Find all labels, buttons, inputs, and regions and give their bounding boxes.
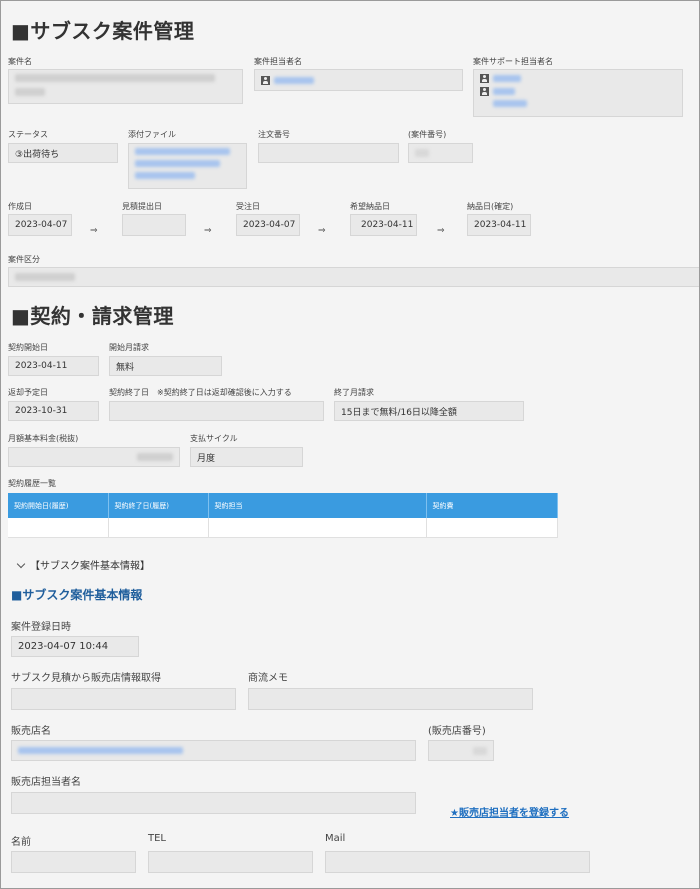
arrow-icon: ⇒	[204, 226, 212, 236]
dealer-person-label: 販売店担当者名	[11, 777, 81, 788]
column-header[interactable]: 契約費	[426, 493, 558, 518]
column-header[interactable]: 契約担当	[208, 493, 427, 518]
dealer-number-field[interactable]	[428, 740, 494, 761]
section-title-basic-info: ■サブスク案件基本情報	[11, 588, 143, 602]
dealer-name-field[interactable]	[11, 740, 416, 761]
case-number-label: (案件番号)	[408, 130, 447, 139]
arrow-icon: ⇒	[318, 226, 326, 236]
attachment-field[interactable]	[128, 143, 247, 189]
contract-end-field[interactable]	[109, 401, 324, 421]
tel-label: TEL	[148, 833, 166, 844]
column-header[interactable]: 契約終了日(履歴)	[108, 493, 209, 518]
last-month-billing-field[interactable]: 15日まで無料/16日以降全額	[334, 401, 524, 421]
case-category-field[interactable]	[8, 267, 699, 287]
status-label: ステータス	[8, 130, 48, 139]
tel-field[interactable]	[148, 851, 313, 873]
estimate-date-label: 見積提出日	[122, 202, 162, 211]
support-field[interactable]	[473, 69, 683, 117]
table-row	[8, 518, 558, 538]
name-field[interactable]	[11, 851, 136, 873]
dealer-number-label: (販売店番号)	[428, 726, 486, 737]
ordered-date-label: 受注日	[236, 202, 260, 211]
dealer-person-field[interactable]	[11, 792, 416, 814]
commerce-memo-label: 商流メモ	[248, 673, 288, 684]
monthly-fee-label: 月額基本料金(税抜)	[8, 434, 79, 443]
monthly-fee-field[interactable]	[8, 447, 180, 467]
table-cell	[426, 518, 558, 538]
first-month-billing-label: 開始月請求	[109, 343, 149, 352]
arrow-icon: ⇒	[90, 226, 98, 236]
registered-datetime-label: 案件登録日時	[11, 622, 71, 633]
case-number-field[interactable]	[408, 143, 473, 163]
created-date-field[interactable]: 2023-04-07	[8, 214, 72, 236]
last-month-billing-label: 終了月請求	[334, 388, 374, 397]
arrow-icon: ⇒	[437, 226, 445, 236]
table-cell	[108, 518, 209, 538]
assignee-label: 案件担当者名	[254, 57, 302, 66]
contract-start-field[interactable]: 2023-04-11	[8, 356, 99, 376]
order-number-label: 注文番号	[258, 130, 290, 139]
contract-start-label: 契約開始日	[8, 343, 48, 352]
column-header[interactable]: 契約開始日(履歴)	[8, 493, 109, 518]
return-date-label: 返却予定日	[8, 388, 48, 397]
registered-datetime-field[interactable]: 2023-04-07 10:44	[11, 636, 139, 657]
form-page: ■サブスク案件管理 案件名 案件担当者名 案件サポート担当者名 ステータス ③出…	[0, 0, 700, 889]
mail-label: Mail	[325, 833, 346, 844]
dealer-name-label: 販売店名	[11, 726, 51, 737]
table-cell	[8, 518, 109, 538]
payment-cycle-field[interactable]: 月度	[190, 447, 303, 467]
delivered-date-label: 納品日(確定)	[467, 202, 514, 211]
basic-info-toggle[interactable]: 【サブスク案件基本情報】	[16, 557, 150, 572]
contract-end-label: 契約終了日 ※契約終了日は返却確認後に入力する	[109, 388, 292, 397]
case-category-label: 案件区分	[8, 255, 40, 264]
register-dealer-person-link[interactable]: ★販売店担当者を登録する	[450, 804, 569, 819]
case-name-field[interactable]	[8, 69, 243, 104]
status-field[interactable]: ③出荷待ち	[8, 143, 118, 163]
return-date-field[interactable]: 2023-10-31	[8, 401, 99, 421]
person-icon	[261, 75, 270, 85]
first-month-billing-field[interactable]: 無料	[109, 356, 222, 376]
basic-info-toggle-label: 【サブスク案件基本情報】	[30, 561, 150, 572]
delivered-date-field[interactable]: 2023-04-11	[467, 214, 531, 236]
estimate-dealer-field[interactable]	[11, 688, 236, 710]
case-name-label: 案件名	[8, 57, 32, 66]
desired-date-field[interactable]: 2023-04-11	[350, 214, 417, 236]
section-title-subscription: ■サブスク案件管理	[11, 19, 195, 43]
chevron-down-icon	[16, 559, 26, 569]
estimate-dealer-label: サブスク見積から販売店情報取得	[11, 673, 161, 684]
order-number-field[interactable]	[258, 143, 399, 163]
person-icon	[480, 74, 489, 83]
commerce-memo-field[interactable]	[248, 688, 533, 710]
name-label: 名前	[11, 837, 31, 848]
person-icon	[480, 87, 489, 96]
support-label: 案件サポート担当者名	[473, 57, 553, 66]
attachment-label: 添付ファイル	[128, 130, 176, 139]
section-title-contract: ■契約・請求管理	[11, 304, 174, 328]
estimate-date-field[interactable]	[122, 214, 186, 236]
mail-field[interactable]	[325, 851, 590, 873]
table-cell	[208, 518, 427, 538]
contract-history-table: 契約開始日(履歴) 契約終了日(履歴) 契約担当 契約費	[8, 493, 558, 538]
ordered-date-field[interactable]: 2023-04-07	[236, 214, 300, 236]
payment-cycle-label: 支払サイクル	[190, 434, 238, 443]
desired-date-label: 希望納品日	[350, 202, 390, 211]
assignee-field[interactable]	[254, 69, 463, 91]
created-date-label: 作成日	[8, 202, 32, 211]
contract-history-label: 契約履歴一覧	[8, 479, 56, 488]
